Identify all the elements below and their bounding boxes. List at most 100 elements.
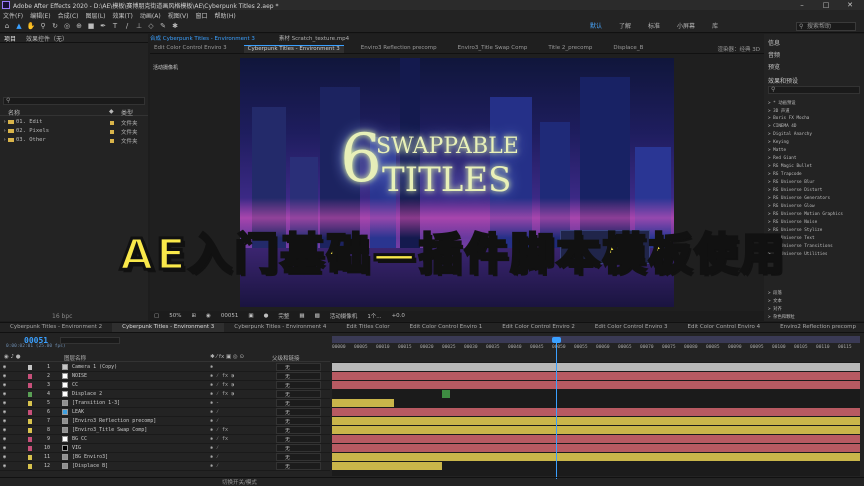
breadcrumb-item[interactable]: Edit Color Control Enviro 3 xyxy=(150,45,231,53)
effect-category[interactable]: > RG Trapcode xyxy=(768,172,802,177)
layer-row[interactable]: ◉ 9 BG CC ✱ ⁄ fx 无 xyxy=(0,435,330,444)
parent-dropdown[interactable]: 无 xyxy=(276,399,321,407)
grid-icon[interactable]: ⊞ xyxy=(191,313,196,319)
views-dropdown[interactable]: 1个... xyxy=(367,312,381,320)
hand-tool-icon[interactable]: ✋ xyxy=(26,21,36,31)
layer-bar[interactable] xyxy=(332,453,860,461)
bpc-toggle[interactable]: 16 bpc xyxy=(52,313,72,320)
project-item[interactable]: › 03. Other 文件夹 xyxy=(0,137,148,145)
layer-row[interactable]: ◉ 7 [Enviro3 Reflection precomp] ✱ ⁄ 无 xyxy=(0,417,330,426)
pan-behind-tool-icon[interactable]: ⊕ xyxy=(74,21,84,31)
timeline-tab-active[interactable]: Cyberpunk Titles - Environment 3 xyxy=(112,323,225,332)
rectangle-tool-icon[interactable]: ■ xyxy=(86,21,96,31)
timeline-tab[interactable]: Edit Color Control Enviro 1 xyxy=(400,323,493,332)
close-button[interactable]: ✕ xyxy=(838,0,862,10)
effect-category[interactable]: > Matte xyxy=(768,148,786,153)
layer-name[interactable]: [Enviro3_Title Swap Comp] xyxy=(72,427,147,433)
layer-row[interactable]: ◉ 8 [Enviro3_Title Swap Comp] ✱ ⁄ fx 无 xyxy=(0,426,330,435)
parent-dropdown[interactable]: 无 xyxy=(276,381,321,389)
timeline-tab[interactable]: Cyberpunk Titles - Environment 2 xyxy=(0,323,112,332)
layer-switches[interactable]: ✱ ⁄ xyxy=(210,409,219,415)
parent-dropdown[interactable]: 无 xyxy=(276,390,321,398)
menu-view[interactable]: 视图(V) xyxy=(168,11,189,20)
effect-category[interactable]: > 3D 声道 xyxy=(768,108,790,114)
info-panel-header[interactable]: 信息 xyxy=(768,38,780,47)
panel-item[interactable]: > 杂色和颗粒 xyxy=(768,314,795,320)
eye-icon[interactable]: ◉ xyxy=(3,373,6,379)
label-color[interactable] xyxy=(28,419,32,424)
layer-switches[interactable]: ✱ ⁄ fx xyxy=(210,436,228,442)
type-tool-icon[interactable]: T xyxy=(110,21,120,31)
minimize-button[interactable]: – xyxy=(790,0,814,10)
timeline-tab[interactable]: Edit Color Control Enviro 3 xyxy=(585,323,678,332)
menu-help[interactable]: 帮助(H) xyxy=(215,11,236,20)
eye-icon[interactable]: ◉ xyxy=(3,445,6,451)
roto-brush-tool-icon[interactable]: ✎ xyxy=(158,21,168,31)
workspace-libraries[interactable]: 库 xyxy=(712,21,718,30)
effect-category[interactable]: > RG Magic Bullet xyxy=(768,164,812,169)
layer-switches[interactable]: ✱ ⁄ xyxy=(210,418,219,424)
label-color[interactable] xyxy=(28,446,32,451)
layer-name[interactable]: [BG Enviro3] xyxy=(72,454,108,460)
parent-dropdown[interactable]: 无 xyxy=(276,435,321,443)
workspace-learn[interactable]: 了解 xyxy=(619,21,631,30)
eye-icon[interactable]: ◉ xyxy=(3,427,6,433)
menu-window[interactable]: 窗口 xyxy=(195,11,207,20)
effect-category[interactable]: > Keying xyxy=(768,140,789,145)
eye-icon[interactable]: ◉ xyxy=(3,436,6,442)
breadcrumb-item[interactable]: Displace_B xyxy=(609,45,647,53)
brush-tool-icon[interactable]: / xyxy=(122,21,132,31)
breadcrumb-item[interactable]: Title 2_precomp xyxy=(544,45,596,53)
breadcrumb-item[interactable]: Enviro3_Title Swap Comp xyxy=(454,45,532,53)
project-item[interactable]: › 01. Edit 文件夹 xyxy=(0,119,148,127)
layer-row[interactable]: ◉ 6 LEAK ✱ ⁄ 无 xyxy=(0,408,330,417)
project-item[interactable]: › 02. Pixels 文件夹 xyxy=(0,128,148,136)
layer-row[interactable]: ◉ 4 Displace 2 ✱ ⁄ fx ◑ 无 xyxy=(0,390,330,399)
layer-switches[interactable]: ✱ xyxy=(210,364,213,370)
layer-name[interactable]: Displace 2 xyxy=(72,391,102,397)
time-ruler[interactable]: 00000 00005 00010 00015 00020 00025 0003… xyxy=(332,345,864,357)
layer-switches[interactable]: ✱ ⁄ xyxy=(210,454,219,460)
effect-category[interactable]: > Boris FX Mocha xyxy=(768,116,809,121)
layer-bar[interactable] xyxy=(332,399,394,407)
label-color[interactable] xyxy=(28,437,32,442)
layer-switches[interactable]: ✱ ⁄ fx ◑ xyxy=(210,391,234,397)
current-frame-field[interactable]: 00051 xyxy=(221,313,239,319)
rotate-tool-icon[interactable]: ↻ xyxy=(50,21,60,31)
layer-name[interactable]: [Displace B] xyxy=(72,463,108,469)
layer-row[interactable]: ◉ 10 VIG ✱ ⁄ 无 xyxy=(0,444,330,453)
layer-bar[interactable] xyxy=(332,417,860,425)
timeline-tab[interactable]: Edit Titles Color xyxy=(336,323,399,332)
always-preview-icon[interactable]: ▢ xyxy=(154,313,159,319)
tab-composition[interactable]: 合成 Cyberpunk Titles - Environment 3 xyxy=(150,34,255,44)
menu-file[interactable]: 文件(F) xyxy=(3,11,23,20)
label-color[interactable] xyxy=(28,428,32,433)
expand-icon[interactable]: › xyxy=(3,128,6,134)
timeline-tab[interactable]: Enviro2 Reflection precomp xyxy=(770,323,864,332)
effect-category[interactable]: > Red Giant xyxy=(768,156,796,161)
timeline-tab[interactable]: Edit Color Control Enviro 4 xyxy=(678,323,771,332)
label-color[interactable] xyxy=(28,383,32,388)
search-help-input[interactable]: ⚲ 搜索帮助 xyxy=(796,22,856,31)
eye-icon[interactable]: ◉ xyxy=(3,382,6,388)
layer-switches[interactable]: ✱ ⁄ fx xyxy=(210,427,228,433)
layer-bar[interactable] xyxy=(332,381,860,389)
eraser-tool-icon[interactable]: ◇ xyxy=(146,21,156,31)
zoom-dropdown[interactable]: 50% xyxy=(169,313,181,319)
label-color[interactable] xyxy=(28,392,32,397)
layer-name[interactable]: LEAK xyxy=(72,409,84,415)
timeline-tab[interactable]: Cyberpunk Titles - Environment 4 xyxy=(224,323,336,332)
camera-dropdown[interactable]: 活动摄像机 xyxy=(330,312,358,320)
layer-name[interactable]: BG CC xyxy=(72,436,87,442)
clone-stamp-tool-icon[interactable]: ⊥ xyxy=(134,21,144,31)
layer-name[interactable]: NOISE xyxy=(72,373,87,379)
label-color[interactable] xyxy=(28,410,32,415)
column-parent[interactable]: 父级和链接 xyxy=(272,354,300,362)
color-channel-icon[interactable]: ● xyxy=(264,313,269,319)
zoom-tool-icon[interactable]: ⚲ xyxy=(38,21,48,31)
parent-dropdown[interactable]: 无 xyxy=(276,372,321,380)
parent-dropdown[interactable]: 无 xyxy=(276,408,321,416)
workspace-default[interactable]: 默认 xyxy=(590,21,602,30)
panel-item[interactable]: > 文本 xyxy=(768,298,782,304)
layer-row[interactable]: ◉ 1 Camera 1 (Copy) ✱ 无 xyxy=(0,363,330,372)
